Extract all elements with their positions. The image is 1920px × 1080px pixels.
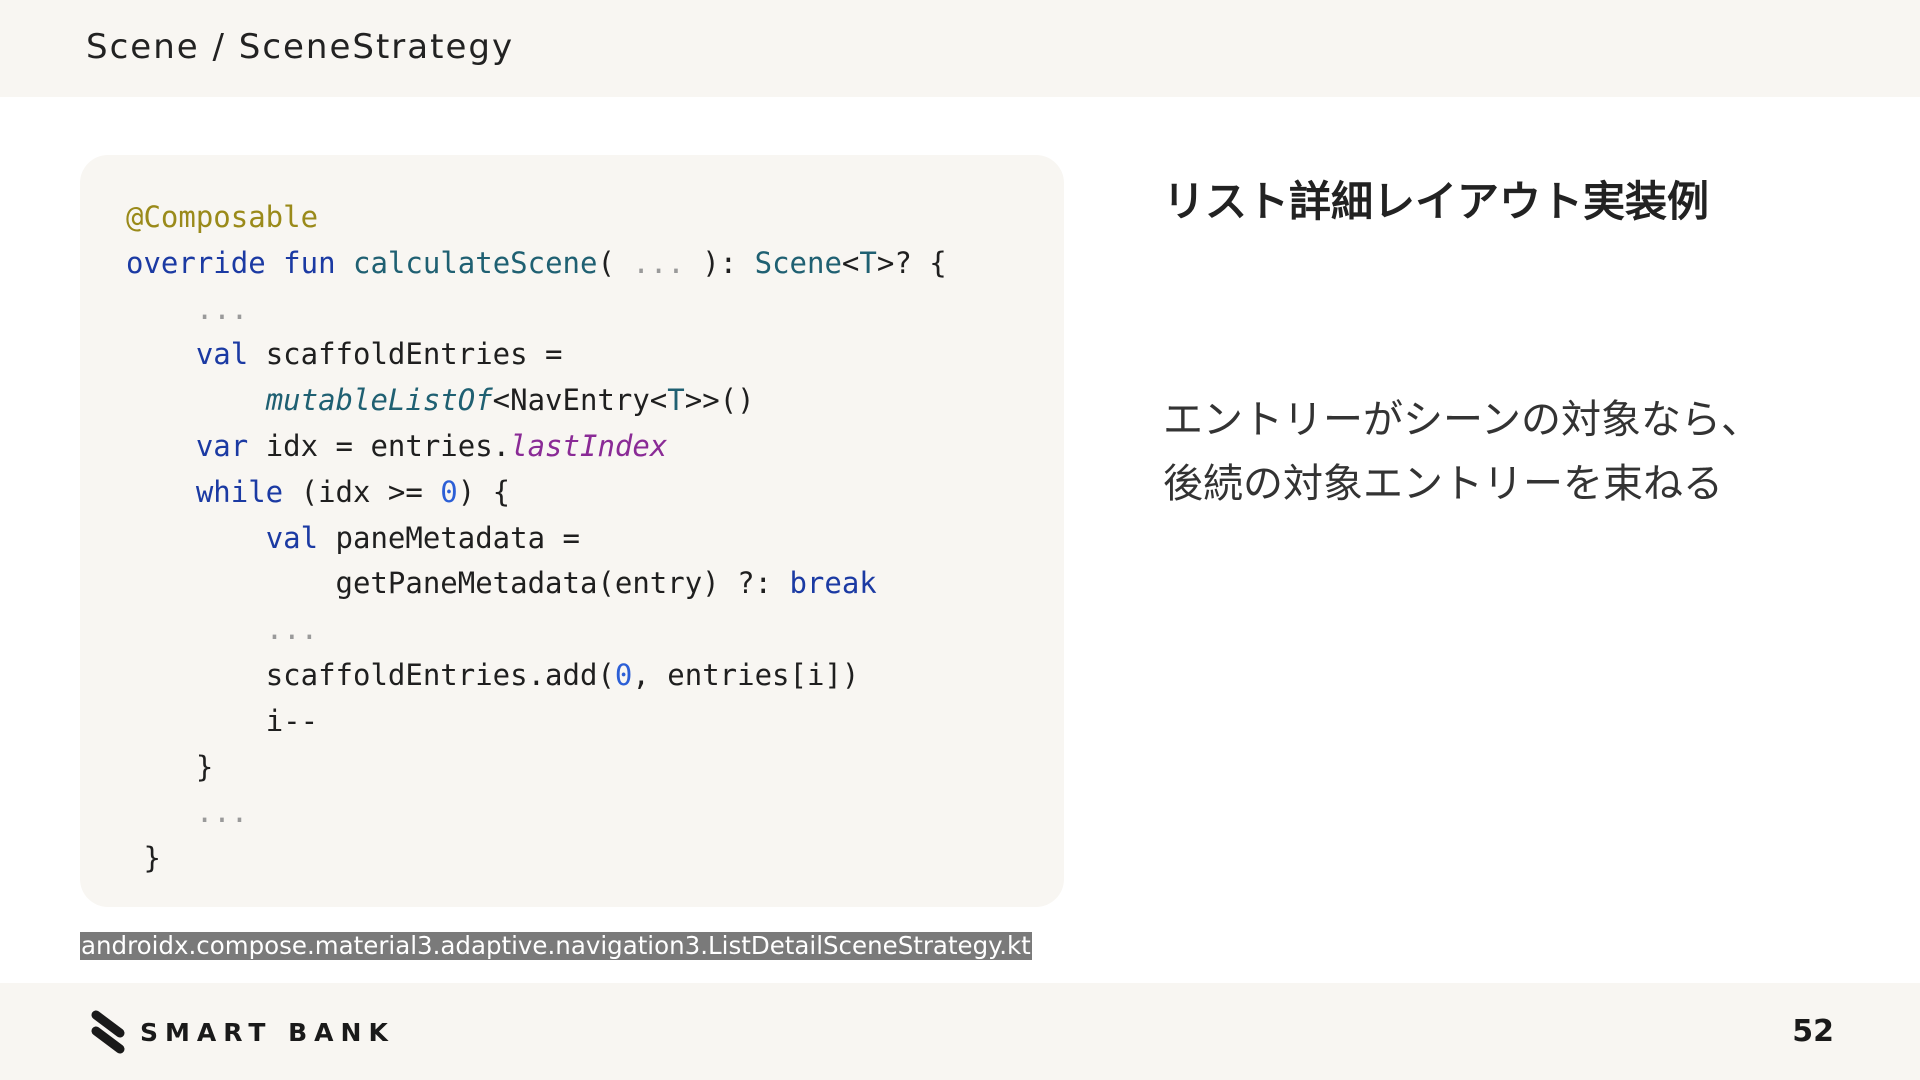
keyword-token: break [789,566,877,601]
section-heading: リスト詳細レイアウト実装例 [1163,177,1710,226]
keyword-token: val [195,337,249,372]
code-text: scaffoldEntries.add( [265,657,615,692]
brand-name: SMART BANK [140,1017,395,1047]
keyword-token: var [195,428,249,463]
code-line: } [126,745,947,791]
description-line: エントリーがシーンの対象なら、 [1163,397,1761,443]
annotation-token: @Composable [126,200,319,234]
code-line: scaffoldEntries.add(0, entries[i]) [126,653,947,699]
function-name-token: calculateScene [353,245,598,280]
keyword-token: while [195,474,284,509]
code-line: mutableListOf<NavEntry<T>>() [126,378,947,424]
code-line: ... [126,287,947,333]
type-param-token: T [667,383,685,418]
code-text: ): [684,245,755,280]
ellipsis-token: ... [632,245,685,280]
code-text: <NavEntry< [492,383,668,418]
code-line: ... [126,790,947,836]
code-line: val scaffoldEntries = [126,332,947,378]
brand-logo: SMART BANK [90,1010,395,1054]
description-text: エントリーがシーンの対象なら、 後続の対象エントリーを束ねる [1163,388,1761,516]
code-line: override fun calculateScene( ... ): Scen… [126,241,947,287]
code-text: (idx >= [283,474,441,509]
description-line: 後続の対象エントリーを束ねる [1163,461,1723,507]
smartbank-logo-icon [91,1010,125,1054]
slide-header: Scene / SceneStrategy [0,0,1920,97]
ellipsis-token: ... [265,612,319,647]
keyword-token: fun [283,245,336,280]
number-token: 0 [614,657,633,692]
code-text: ) { [457,474,511,509]
code-text: >? { [876,245,947,280]
keyword-token: val [265,520,319,555]
code-line: i-- [126,699,947,745]
ellipsis-token: ... [195,291,249,326]
code-block: @Composable override fun calculateScene(… [80,155,1064,907]
code-text: getPaneMetadata(entry) ?: [335,566,790,601]
code-text: , entries[i]) [632,657,860,692]
code-text: scaffoldEntries = [248,337,563,372]
code-line: @Composable [126,195,947,241]
code-listing: @Composable override fun calculateScene(… [126,195,947,882]
property-token: lastIndex [510,428,668,463]
source-file-caption: androidx.compose.material3.adaptive.navi… [80,931,1032,960]
ellipsis-token: ... [195,795,249,830]
page-number: 52 [1792,1014,1834,1049]
number-token: 0 [440,474,458,509]
code-text: i-- [265,703,319,738]
type-token: Scene [754,245,842,280]
type-param-token: T [859,245,877,280]
code-line: getPaneMetadata(entry) ?: break [126,561,947,607]
code-text: } [143,841,161,876]
code-text: idx = entries. [248,428,511,463]
code-line: } [126,836,947,882]
keyword-token: override [126,245,266,280]
code-line: val paneMetadata = [126,516,947,562]
code-text: >>() [684,383,755,418]
code-text: < [841,245,860,280]
function-call-token: mutableListOf [265,383,493,418]
code-line: ... [126,607,947,653]
breadcrumb-title: Scene / SceneStrategy [86,27,515,67]
code-line: while (idx >= 0) { [126,470,947,516]
code-text: paneMetadata = [318,520,580,555]
code-text: ( [597,245,633,280]
code-line: var idx = entries.lastIndex [126,424,947,470]
code-text: } [195,749,214,784]
